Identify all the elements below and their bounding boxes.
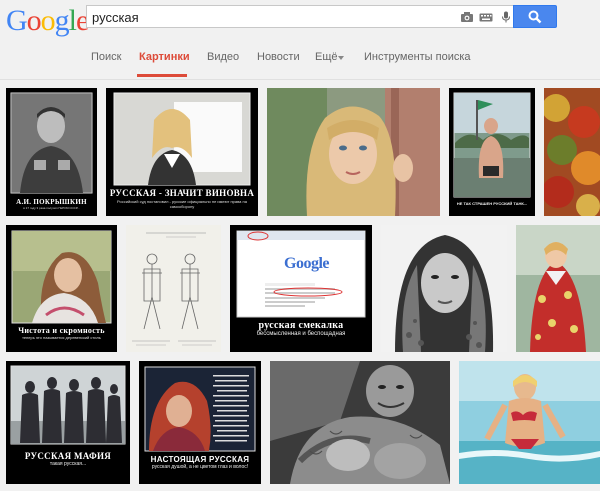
tab-web[interactable]: Поиск [91, 51, 121, 63]
image-result[interactable]: Чистота и скромность теперь это называет… [6, 225, 117, 352]
logo-letter: o [26, 4, 42, 37]
result-caption: русская смекалка [258, 320, 344, 331]
tab-images[interactable]: Картинки [139, 51, 190, 63]
search-button[interactable] [513, 5, 557, 28]
logo-letter: G [6, 4, 28, 37]
result-subcaption: такая русская... [49, 461, 87, 467]
search-box [86, 5, 513, 28]
image-result[interactable] [126, 225, 221, 352]
image-result[interactable]: Google русская смекалка бессмысленная и … [230, 225, 372, 352]
result-subcaption: бессмысленная и беспощадная [256, 331, 346, 337]
image-thumbnail [267, 88, 440, 216]
search-tools-button[interactable]: Инструменты поиска [364, 51, 471, 63]
result-subcaption: русская душой, а не цветом глаз и волос! [151, 464, 249, 470]
image-result[interactable]: НЕ ТАК СТРАШЕН РУССКИЙ ТАНК... [449, 88, 535, 216]
result-subcaption: НЕ ТАК СТРАШЕН РУССКИЙ ТАНК... [456, 201, 528, 206]
camera-icon[interactable] [460, 11, 474, 23]
image-result[interactable] [270, 361, 450, 484]
image-result[interactable]: РУССКАЯ МАФИЯ такая русская... [6, 361, 130, 484]
result-caption: А.И. ПОКРЫШКИН [16, 198, 87, 206]
image-result[interactable] [516, 225, 600, 352]
image-thumbnail [544, 88, 600, 216]
keyboard-icon[interactable] [479, 11, 493, 23]
image-result[interactable]: РУССКАЯ - ЗНАЧИТ ВИНОВНА Российский суд … [106, 88, 258, 216]
result-subcaption: Российский суд постановил - русские офиц… [117, 199, 247, 209]
image-result[interactable]: А.И. ПОКРЫШКИН в 17 году 3 раза получил … [6, 88, 97, 216]
image-result[interactable]: НАСТОЯЩАЯ РУССКАЯ русская душой, а не цв… [139, 361, 261, 484]
image-result[interactable] [459, 361, 600, 484]
search-nav: Поиск Картинки Видео Новости Ещё Инструм… [0, 46, 600, 78]
search-icon [528, 10, 542, 24]
image-thumbnail [270, 361, 450, 484]
tab-more[interactable]: Ещё [315, 51, 338, 63]
inner-google-logo: Google [284, 255, 330, 272]
image-result[interactable] [381, 225, 507, 352]
logo-letter: g [54, 4, 70, 37]
logo-letter: o [40, 4, 56, 37]
image-result[interactable] [544, 88, 600, 216]
image-thumbnail [453, 92, 531, 198]
image-thumbnail [381, 225, 507, 352]
image-results-grid: А.И. ПОКРЫШКИН в 17 году 3 раза получил … [0, 80, 600, 491]
result-caption: Чистота и скромность [18, 326, 105, 335]
logo-letter: l [68, 4, 77, 37]
result-caption: НАСТОЯЩАЯ РУССКАЯ [150, 455, 250, 464]
search-input[interactable] [92, 8, 452, 26]
search-header: Google Поиск Картинки Видео Новости [0, 0, 600, 80]
microphone-icon[interactable] [499, 11, 513, 23]
result-caption: РУССКАЯ МАФИЯ [24, 451, 112, 461]
result-caption: РУССКАЯ - ЗНАЧИТ ВИНОВНА [109, 188, 255, 198]
image-thumbnail [459, 361, 600, 484]
image-thumbnail [10, 92, 93, 194]
result-subcaption: в 17 году 3 раза получил ГЕРОЯ СССР... [23, 206, 80, 210]
result-subcaption: теперь это называется деревенский стиль [22, 335, 101, 340]
image-thumbnail [516, 225, 600, 352]
image-result[interactable] [267, 88, 440, 216]
google-logo[interactable]: Google [6, 4, 89, 38]
image-thumbnail [126, 225, 221, 352]
tab-video[interactable]: Видео [207, 51, 239, 63]
chevron-down-icon [338, 56, 344, 60]
active-tab-indicator [137, 74, 187, 77]
tab-news[interactable]: Новости [257, 51, 300, 63]
